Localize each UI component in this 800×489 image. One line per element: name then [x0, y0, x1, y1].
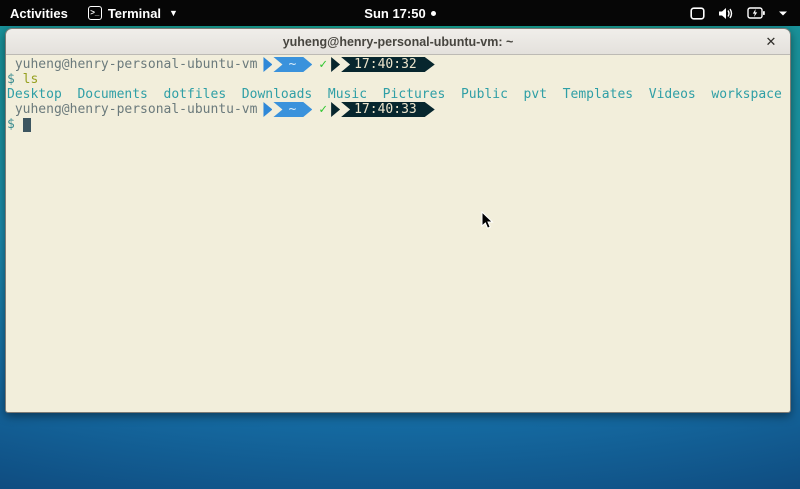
directory-name: Downloads	[242, 87, 312, 102]
prompt-time-badge: 17:40:32	[341, 57, 435, 72]
directory-name: pvt	[524, 87, 547, 102]
directory-name: dotfiles	[164, 87, 227, 102]
powerline-separator-icon	[331, 102, 340, 117]
volume-icon	[718, 7, 734, 20]
window-title: yuheng@henry-personal-ubuntu-vm: ~	[283, 35, 514, 49]
text-cursor	[23, 118, 31, 132]
prompt-line-1: yuheng@henry-personal-ubuntu-vm ~ ✓ 17:40:3…	[7, 57, 789, 72]
prompt-line-2: yuheng@henry-personal-ubuntu-vm ~ ✓ 17:40:3…	[7, 102, 789, 117]
directory-name: Documents	[77, 87, 147, 102]
prompt-sign: $	[7, 72, 15, 87]
prompt-time-badge: 17:40:33	[341, 102, 435, 117]
window-titlebar[interactable]: yuheng@henry-personal-ubuntu-vm: ~ ✕	[6, 29, 790, 55]
system-status-area[interactable]	[690, 7, 800, 20]
chevron-down-icon: ▼	[169, 8, 178, 18]
mouse-pointer-icon	[481, 211, 494, 230]
powerline-separator-icon	[263, 57, 272, 72]
top-bar: Activities >_ Terminal ▼ Sun 17:50	[0, 0, 800, 26]
focused-app-label: Terminal	[108, 6, 161, 21]
directory-name: Music	[328, 87, 367, 102]
close-icon[interactable]: ✕	[761, 32, 781, 52]
clock[interactable]: Sun 17:50	[364, 6, 425, 21]
powerline-separator-icon	[331, 57, 340, 72]
directory-name: Videos	[649, 87, 696, 102]
prompt-username: yuheng@henry-personal-ubuntu-vm	[7, 57, 257, 72]
directory-name: Desktop	[7, 87, 62, 102]
powerline-separator-icon	[263, 102, 272, 117]
directory-name: Public	[461, 87, 508, 102]
terminal-content[interactable]: yuheng@henry-personal-ubuntu-vm ~ ✓ 17:40:3…	[6, 55, 790, 412]
directory-name: workspace	[711, 87, 781, 102]
command-line: $ ls	[7, 72, 789, 87]
directory-name: Templates	[563, 87, 633, 102]
prompt-path-segment: ~	[273, 57, 312, 72]
prompt-username: yuheng@henry-personal-ubuntu-vm	[7, 102, 257, 117]
screen-share-icon	[690, 7, 705, 20]
battery-charging-icon	[747, 7, 765, 19]
prompt-sign: $	[7, 117, 15, 132]
terminal-icon: >_	[88, 6, 102, 20]
directory-name: Pictures	[383, 87, 446, 102]
exit-status-check-icon: ✓	[319, 102, 327, 117]
chevron-down-icon	[778, 10, 788, 17]
focused-app-menu[interactable]: >_ Terminal ▼	[88, 6, 178, 21]
exit-status-check-icon: ✓	[319, 57, 327, 72]
current-input-line[interactable]: $	[7, 117, 789, 132]
notification-dot-icon	[431, 11, 436, 16]
activities-button[interactable]: Activities	[10, 6, 68, 21]
typed-command: ls	[23, 72, 39, 87]
terminal-window: yuheng@henry-personal-ubuntu-vm: ~ ✕ yuh…	[5, 28, 791, 413]
prompt-path-segment: ~	[273, 102, 312, 117]
ls-output-line: Desktop Documents dotfiles Downloads Music Pi…	[7, 87, 789, 102]
